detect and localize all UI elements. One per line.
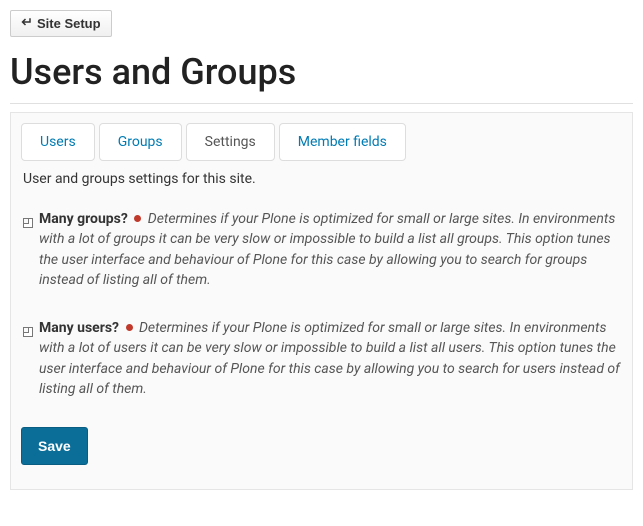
save-button[interactable]: Save bbox=[21, 427, 88, 465]
desc-many-users: Determines if your Plone is optimized fo… bbox=[39, 320, 620, 397]
tabs: Users Groups Settings Member fields bbox=[21, 123, 622, 161]
site-setup-button[interactable]: Site Setup bbox=[10, 10, 112, 37]
page-title: Users and Groups bbox=[10, 51, 633, 93]
checkbox-many-groups[interactable] bbox=[23, 214, 33, 234]
tab-member-fields[interactable]: Member fields bbox=[279, 123, 406, 161]
label-many-groups: Many groups? bbox=[39, 211, 128, 227]
label-many-users: Many users? bbox=[39, 320, 119, 336]
tab-settings[interactable]: Settings bbox=[186, 123, 275, 161]
tab-users[interactable]: Users bbox=[21, 123, 95, 161]
field-many-groups: Many groups? Determines if your Plone is… bbox=[23, 209, 620, 290]
return-icon bbox=[21, 16, 33, 31]
field-many-users: Many users? Determines if your Plone is … bbox=[23, 318, 620, 399]
required-icon bbox=[134, 215, 141, 222]
tab-groups[interactable]: Groups bbox=[99, 123, 182, 161]
settings-panel: Users Groups Settings Member fields User… bbox=[10, 112, 633, 490]
required-icon bbox=[126, 324, 133, 331]
checkbox-many-users[interactable] bbox=[23, 323, 33, 343]
site-setup-label: Site Setup bbox=[37, 16, 101, 31]
intro-text: User and groups settings for this site. bbox=[23, 171, 620, 187]
divider bbox=[10, 103, 633, 104]
